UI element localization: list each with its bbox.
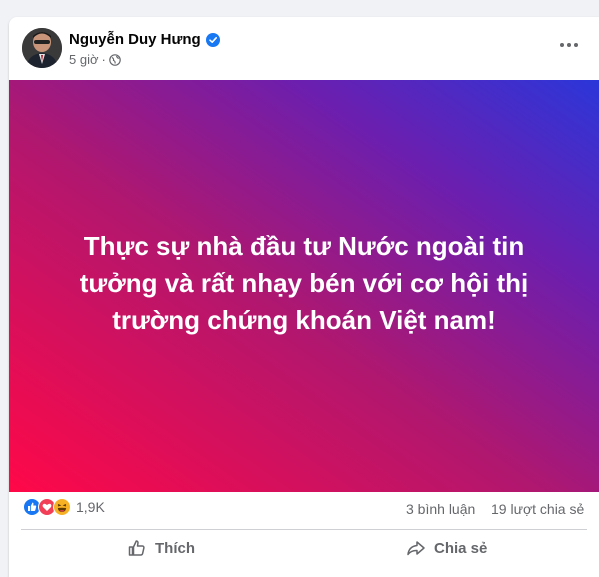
share-label: Chia sẻ <box>434 539 488 557</box>
post-meta: 5 giờ · <box>69 52 121 67</box>
post-time[interactable]: 5 giờ <box>69 52 99 67</box>
meta-separator: · <box>101 52 106 67</box>
author-name-row: Nguyễn Duy Hưng <box>69 31 220 48</box>
post-actions: Thích Chia sẻ <box>9 533 599 563</box>
media-text: Thực sự nhà đầu tư Nước ngoài tin tưởng … <box>79 230 529 335</box>
share-arrow-icon <box>407 541 425 556</box>
haha-reaction-icon <box>53 498 71 516</box>
reactions-count: 1,9K <box>76 499 105 515</box>
share-button[interactable]: Chia sẻ <box>406 533 487 563</box>
post-card: Nguyễn Duy Hưng 5 giờ · Thực sự nhà đầu … <box>9 17 599 577</box>
author-name[interactable]: Nguyễn Duy Hưng <box>69 31 201 48</box>
verified-badge-icon <box>205 32 220 47</box>
more-options-button[interactable] <box>555 31 583 59</box>
reactions-summary[interactable]: 1,9K <box>23 498 105 516</box>
post-stats: 1,9K 3 bình luận 19 lượt chia sẻ <box>9 495 599 523</box>
globe-icon <box>109 53 121 66</box>
avatar[interactable] <box>22 28 62 68</box>
thumbs-up-icon <box>128 540 145 556</box>
more-options-icon <box>560 43 578 47</box>
like-label: Thích <box>155 539 195 557</box>
post-header: Nguyễn Duy Hưng 5 giờ · <box>9 17 599 80</box>
shares-count[interactable]: 19 lượt chia sẻ <box>491 501 584 517</box>
comments-count[interactable]: 3 bình luận <box>406 501 475 517</box>
actions-divider <box>21 529 587 530</box>
like-button[interactable]: Thích <box>127 533 195 563</box>
post-media[interactable]: Thực sự nhà đầu tư Nước ngoài tin tưởng … <box>9 80 599 492</box>
